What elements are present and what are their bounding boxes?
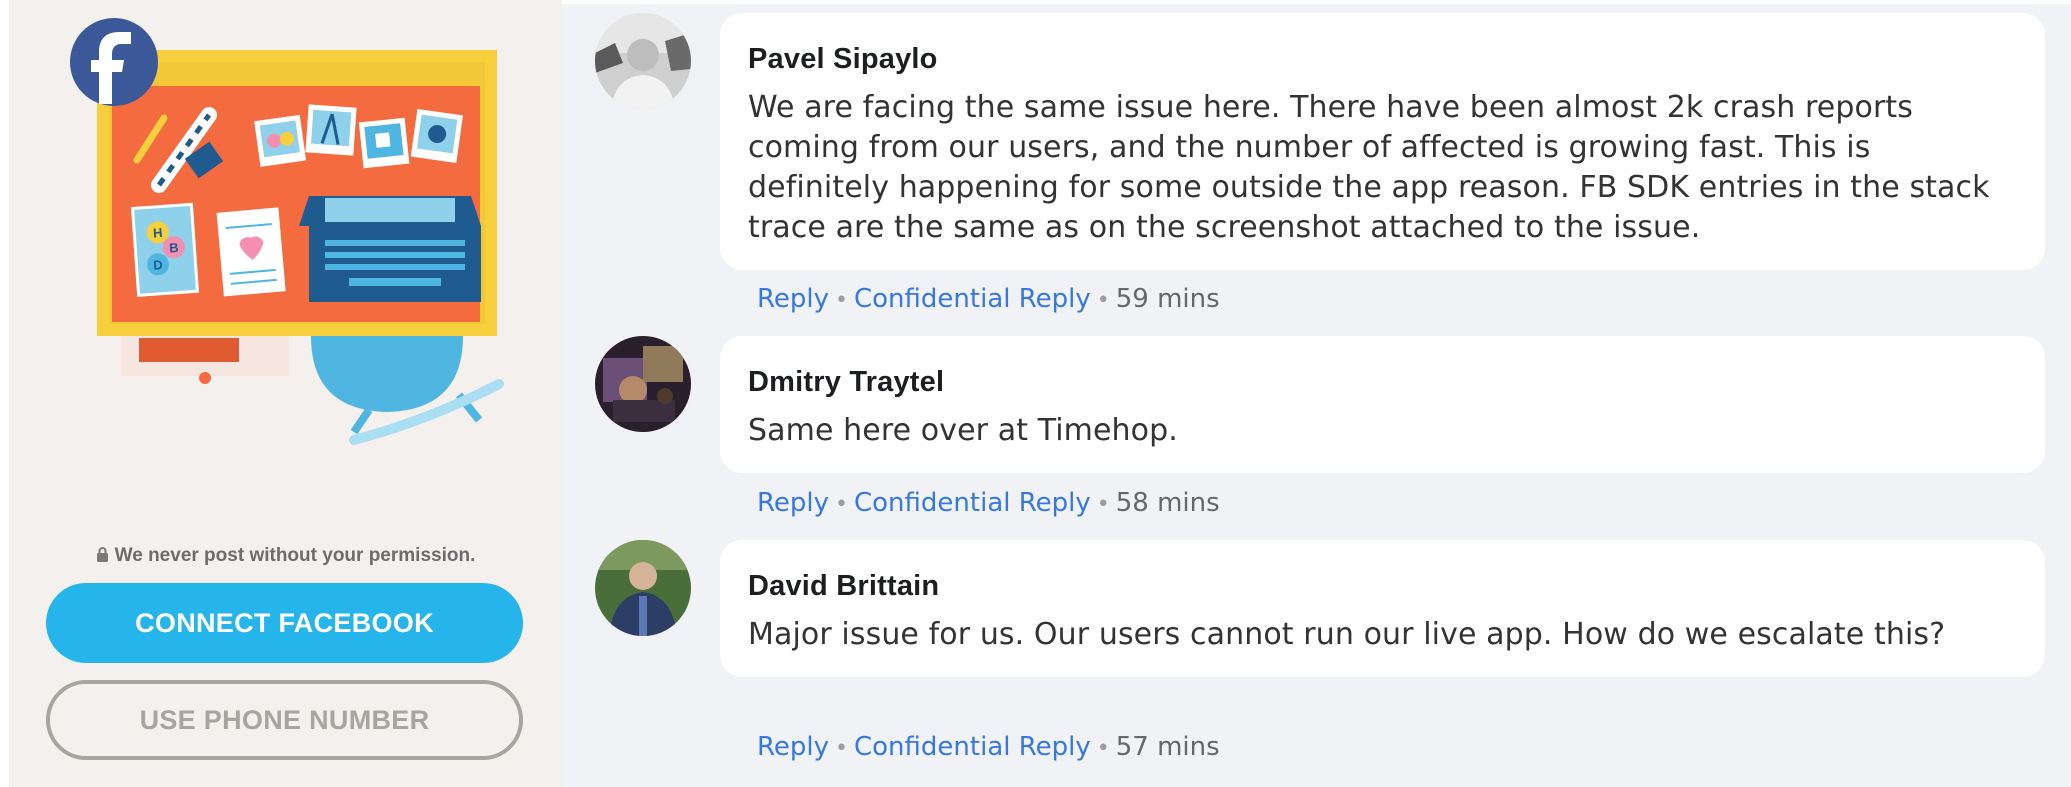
comment-author[interactable]: Dmitry Traytel bbox=[748, 366, 2017, 399]
connect-panel: H B D We never post without your permiss… bbox=[9, 0, 562, 787]
lock-icon bbox=[96, 547, 108, 562]
confidential-reply-link[interactable]: Confidential Reply bbox=[854, 284, 1091, 314]
use-phone-number-button[interactable]: USE PHONE NUMBER bbox=[46, 680, 523, 760]
comment-time: 58 mins bbox=[1115, 488, 1220, 518]
comment-text: We are facing the same issue here. There… bbox=[748, 90, 1990, 245]
permission-text: We never post without your permission. bbox=[114, 545, 476, 566]
avatar[interactable] bbox=[595, 13, 691, 109]
facebook-icon bbox=[70, 18, 158, 106]
comment-author[interactable]: David Brittain bbox=[748, 570, 2017, 603]
desk-illustration: H B D bbox=[70, 18, 504, 445]
comment-actions: Reply • Confidential Reply • 57 mins bbox=[757, 732, 1220, 762]
comment-thread: Pavel Sipaylo We are facing the same iss… bbox=[562, 0, 2071, 787]
reply-link[interactable]: Reply bbox=[757, 488, 829, 518]
reply-link[interactable]: Reply bbox=[757, 284, 829, 314]
thread-top-divider bbox=[562, 0, 2071, 4]
confidential-reply-link[interactable]: Confidential Reply bbox=[854, 488, 1091, 518]
comment-time: 57 mins bbox=[1115, 732, 1220, 762]
comment-actions: Reply • Confidential Reply • 58 mins bbox=[757, 488, 1220, 518]
separator-dot: • bbox=[835, 492, 848, 517]
connect-facebook-label: CONNECT FACEBOOK bbox=[135, 607, 434, 638]
comment-text: Major issue for us. Our users cannot run… bbox=[748, 617, 1946, 652]
separator-dot: • bbox=[1096, 736, 1110, 761]
comment-actions: Reply • Confidential Reply • 59 mins bbox=[757, 284, 1220, 314]
card-letter-h: H bbox=[153, 225, 163, 241]
comment-bubble: David Brittain Major issue for us. Our u… bbox=[720, 540, 2045, 677]
separator-dot: • bbox=[1096, 492, 1110, 517]
card-letter-b: B bbox=[169, 240, 179, 256]
confidential-reply-link[interactable]: Confidential Reply bbox=[854, 732, 1091, 762]
comment-time: 59 mins bbox=[1115, 284, 1220, 314]
avatar[interactable] bbox=[595, 540, 691, 636]
card-letter-d: D bbox=[153, 257, 163, 273]
separator-dot: • bbox=[835, 736, 848, 761]
separator-dot: • bbox=[835, 288, 848, 313]
connect-facebook-button[interactable]: CONNECT FACEBOOK bbox=[46, 583, 523, 663]
reply-link[interactable]: Reply bbox=[757, 732, 829, 762]
separator-dot: • bbox=[1096, 288, 1110, 313]
comment-text: Same here over at Timehop. bbox=[748, 413, 1178, 448]
comment-bubble: Dmitry Traytel Same here over at Timehop… bbox=[720, 336, 2045, 473]
comment-author[interactable]: Pavel Sipaylo bbox=[748, 43, 2017, 76]
avatar[interactable] bbox=[595, 336, 691, 432]
use-phone-number-label: USE PHONE NUMBER bbox=[139, 704, 430, 735]
permission-note: We never post without your permission. bbox=[9, 545, 562, 567]
comment-bubble: Pavel Sipaylo We are facing the same iss… bbox=[720, 13, 2045, 270]
